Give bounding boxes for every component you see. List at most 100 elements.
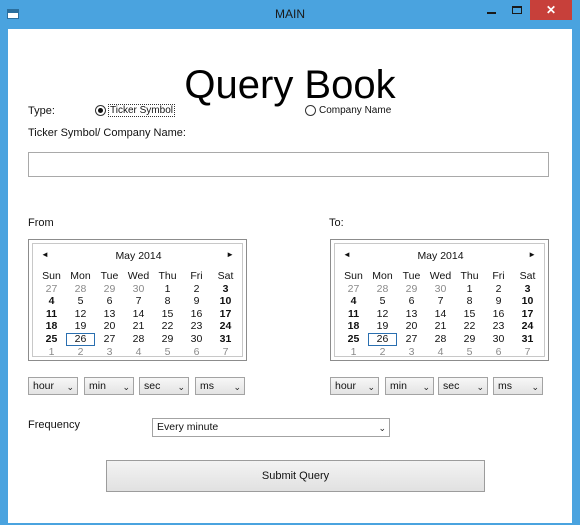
calendar-day[interactable]: 18 <box>37 320 66 333</box>
calendar-day[interactable]: 11 <box>37 308 66 321</box>
calendar-day[interactable]: 27 <box>37 283 66 296</box>
from-min-select[interactable]: min ⌄ <box>84 377 134 395</box>
calendar-day[interactable]: 2 <box>484 283 513 296</box>
calendar-day[interactable]: 26 <box>368 332 397 346</box>
calendar-day[interactable]: 4 <box>339 295 368 308</box>
calendar-day[interactable]: 30 <box>484 333 513 346</box>
calendar-day[interactable]: 31 <box>211 333 240 346</box>
calendar-day[interactable]: 25 <box>37 333 66 346</box>
next-month-icon[interactable]: ► <box>528 250 536 259</box>
ticker-company-input[interactable] <box>28 152 549 177</box>
calendar-day[interactable]: 28 <box>426 333 455 346</box>
calendar-day[interactable]: 22 <box>455 320 484 333</box>
calendar-day[interactable]: 19 <box>368 320 397 333</box>
calendar-day[interactable]: 17 <box>211 308 240 321</box>
to-hour-select[interactable]: hour ⌄ <box>330 377 379 395</box>
calendar-day[interactable]: 12 <box>66 308 95 321</box>
calendar-day[interactable]: 30 <box>426 283 455 296</box>
calendar-day[interactable]: 13 <box>95 308 124 321</box>
calendar-day[interactable]: 28 <box>368 283 397 296</box>
calendar-day[interactable]: 2 <box>66 346 95 359</box>
minimize-button[interactable] <box>478 0 504 20</box>
calendar-day[interactable]: 1 <box>37 346 66 359</box>
next-month-icon[interactable]: ► <box>226 250 234 259</box>
calendar-day[interactable]: 27 <box>339 283 368 296</box>
calendar-day[interactable]: 1 <box>455 283 484 296</box>
to-ms-select[interactable]: ms ⌄ <box>493 377 543 395</box>
calendar-day[interactable]: 16 <box>484 308 513 321</box>
calendar-day[interactable]: 4 <box>37 295 66 308</box>
calendar-day[interactable]: 4 <box>426 346 455 359</box>
calendar-day[interactable]: 27 <box>397 333 426 346</box>
calendar-day[interactable]: 14 <box>426 308 455 321</box>
calendar-day[interactable]: 27 <box>95 333 124 346</box>
calendar-day[interactable]: 12 <box>368 308 397 321</box>
calendar-day[interactable]: 28 <box>124 333 153 346</box>
calendar-day[interactable]: 3 <box>397 346 426 359</box>
calendar-day[interactable]: 21 <box>124 320 153 333</box>
frequency-select[interactable]: Every minute ⌄ <box>152 418 390 437</box>
to-min-select[interactable]: min ⌄ <box>385 377 434 395</box>
calendar-day[interactable]: 8 <box>153 295 182 308</box>
from-calendar[interactable]: ◄ May 2014 ► Sun Mon Tue Wed Thu Fri Sat 27 28 29… <box>28 239 247 361</box>
calendar-day[interactable]: 30 <box>124 283 153 296</box>
calendar-day[interactable]: 25 <box>339 333 368 346</box>
calendar-day[interactable]: 21 <box>426 320 455 333</box>
to-calendar[interactable]: ◄ May 2014 ► Sun Mon Tue Wed Thu Fri Sat 27 28 29… <box>330 239 549 361</box>
maximize-button[interactable] <box>504 0 530 20</box>
calendar-day[interactable]: 2 <box>182 283 211 296</box>
calendar-day[interactable]: 23 <box>484 320 513 333</box>
calendar-day[interactable]: 9 <box>182 295 211 308</box>
calendar-day[interactable]: 3 <box>513 283 542 296</box>
title-bar[interactable]: MAIN ✕ <box>0 0 580 29</box>
submit-query-button[interactable]: Submit Query <box>106 460 485 492</box>
calendar-day[interactable]: 7 <box>426 295 455 308</box>
calendar-day[interactable]: 5 <box>455 346 484 359</box>
close-button[interactable]: ✕ <box>530 0 572 20</box>
calendar-day[interactable]: 29 <box>397 283 426 296</box>
calendar-day[interactable]: 7 <box>513 346 542 359</box>
radio-ticker-symbol[interactable]: Ticker Symbol <box>95 104 175 117</box>
calendar-day[interactable]: 7 <box>211 346 240 359</box>
calendar-day[interactable]: 24 <box>513 320 542 333</box>
calendar-day[interactable]: 20 <box>397 320 426 333</box>
calendar-day[interactable]: 11 <box>339 308 368 321</box>
calendar-day[interactable]: 5 <box>368 295 397 308</box>
calendar-day[interactable]: 6 <box>397 295 426 308</box>
calendar-day[interactable]: 26 <box>66 332 95 346</box>
calendar-day[interactable]: 4 <box>124 346 153 359</box>
calendar-day[interactable]: 31 <box>513 333 542 346</box>
calendar-day[interactable]: 1 <box>153 283 182 296</box>
calendar-day[interactable]: 18 <box>339 320 368 333</box>
calendar-day[interactable]: 7 <box>124 295 153 308</box>
calendar-day[interactable]: 6 <box>182 346 211 359</box>
calendar-day[interactable]: 14 <box>124 308 153 321</box>
calendar-day[interactable]: 29 <box>455 333 484 346</box>
calendar-day[interactable]: 6 <box>484 346 513 359</box>
calendar-day[interactable]: 28 <box>66 283 95 296</box>
calendar-day[interactable]: 13 <box>397 308 426 321</box>
calendar-day[interactable]: 15 <box>455 308 484 321</box>
from-hour-select[interactable]: hour ⌄ <box>28 377 78 395</box>
calendar-day[interactable]: 9 <box>484 295 513 308</box>
calendar-day[interactable]: 17 <box>513 308 542 321</box>
calendar-day[interactable]: 29 <box>95 283 124 296</box>
calendar-day[interactable]: 3 <box>95 346 124 359</box>
calendar-day[interactable]: 5 <box>153 346 182 359</box>
calendar-day[interactable]: 6 <box>95 295 124 308</box>
calendar-day[interactable]: 19 <box>66 320 95 333</box>
calendar-day[interactable]: 15 <box>153 308 182 321</box>
from-sec-select[interactable]: sec ⌄ <box>139 377 189 395</box>
calendar-day[interactable]: 1 <box>339 346 368 359</box>
calendar-day[interactable]: 20 <box>95 320 124 333</box>
calendar-day[interactable]: 29 <box>153 333 182 346</box>
calendar-day[interactable]: 16 <box>182 308 211 321</box>
calendar-day[interactable]: 30 <box>182 333 211 346</box>
calendar-day[interactable]: 2 <box>368 346 397 359</box>
calendar-day[interactable]: 10 <box>211 295 240 308</box>
calendar-day[interactable]: 23 <box>182 320 211 333</box>
calendar-day[interactable]: 8 <box>455 295 484 308</box>
from-ms-select[interactable]: ms ⌄ <box>195 377 245 395</box>
calendar-day[interactable]: 3 <box>211 283 240 296</box>
calendar-day[interactable]: 10 <box>513 295 542 308</box>
